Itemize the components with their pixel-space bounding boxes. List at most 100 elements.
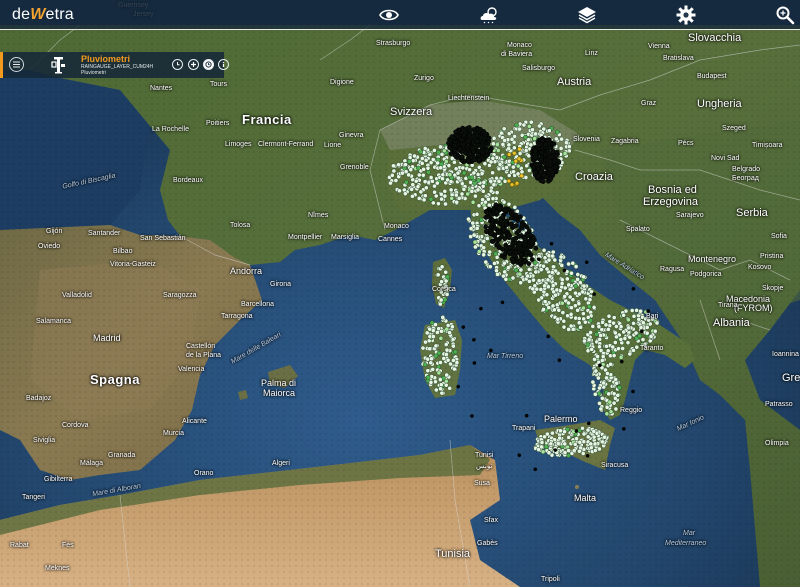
- station-marker[interactable]: [456, 175, 462, 181]
- station-marker[interactable]: [513, 212, 519, 218]
- station-marker[interactable]: [604, 375, 609, 381]
- station-marker[interactable]: [491, 135, 497, 141]
- station-marker[interactable]: [457, 147, 463, 153]
- station-marker[interactable]: [621, 312, 626, 318]
- station-marker[interactable]: [489, 238, 495, 244]
- station-marker[interactable]: [408, 167, 414, 173]
- station-marker[interactable]: [532, 148, 538, 154]
- station-marker[interactable]: [502, 260, 507, 266]
- station-marker[interactable]: [451, 343, 456, 349]
- station-marker[interactable]: [422, 146, 428, 151]
- station-marker[interactable]: [547, 162, 553, 168]
- station-marker[interactable]: [452, 366, 457, 372]
- station-marker[interactable]: [646, 309, 651, 313]
- station-marker[interactable]: [466, 151, 472, 157]
- station-marker[interactable]: [597, 446, 602, 452]
- station-marker[interactable]: [516, 233, 522, 239]
- info-icon[interactable]: [218, 59, 229, 70]
- station-marker[interactable]: [588, 318, 594, 323]
- station-marker[interactable]: [577, 291, 582, 297]
- station-marker[interactable]: [471, 170, 477, 176]
- station-marker[interactable]: [425, 374, 431, 380]
- station-marker[interactable]: [553, 448, 558, 452]
- station-marker[interactable]: [438, 297, 444, 303]
- station-marker[interactable]: [581, 431, 587, 437]
- station-marker[interactable]: [613, 406, 619, 412]
- station-marker[interactable]: [535, 162, 541, 168]
- station-marker[interactable]: [494, 209, 500, 215]
- station-marker[interactable]: [479, 171, 485, 176]
- station-marker[interactable]: [453, 129, 459, 135]
- station-marker[interactable]: [488, 178, 494, 184]
- station-marker[interactable]: [583, 296, 589, 302]
- station-marker[interactable]: [533, 269, 539, 275]
- station-marker[interactable]: [562, 268, 567, 273]
- station-marker[interactable]: [433, 379, 438, 385]
- station-marker[interactable]: [600, 439, 605, 445]
- station-marker[interactable]: [452, 349, 458, 355]
- station-marker[interactable]: [550, 303, 556, 309]
- station-marker[interactable]: [443, 159, 449, 164]
- station-marker[interactable]: [606, 313, 612, 319]
- station-marker[interactable]: [526, 168, 532, 173]
- station-marker[interactable]: [481, 180, 487, 185]
- station-marker[interactable]: [557, 435, 563, 441]
- station-marker[interactable]: [409, 187, 415, 192]
- station-marker[interactable]: [415, 184, 421, 190]
- station-marker[interactable]: [450, 324, 455, 330]
- station-marker[interactable]: [581, 283, 587, 289]
- station-marker[interactable]: [517, 242, 523, 247]
- station-marker[interactable]: [481, 245, 487, 251]
- station-marker[interactable]: [631, 321, 636, 326]
- station-marker[interactable]: [495, 237, 501, 243]
- station-marker[interactable]: [637, 333, 643, 339]
- station-marker[interactable]: [447, 385, 453, 391]
- station-marker[interactable]: [452, 152, 458, 158]
- station-marker[interactable]: [567, 144, 572, 149]
- station-marker[interactable]: [536, 257, 541, 262]
- station-marker[interactable]: [471, 157, 477, 162]
- station-marker[interactable]: [483, 214, 489, 220]
- station-marker[interactable]: [549, 270, 555, 275]
- station-marker[interactable]: [602, 434, 607, 440]
- station-marker[interactable]: [629, 308, 635, 313]
- station-marker[interactable]: [570, 260, 576, 266]
- station-marker[interactable]: [497, 162, 503, 167]
- station-marker[interactable]: [631, 286, 636, 291]
- station-marker[interactable]: [614, 334, 619, 340]
- station-marker[interactable]: [577, 439, 583, 445]
- station-marker[interactable]: [509, 136, 515, 142]
- station-marker[interactable]: [480, 183, 486, 189]
- station-marker[interactable]: [413, 178, 419, 184]
- station-marker[interactable]: [647, 321, 653, 327]
- station-marker[interactable]: [550, 249, 556, 255]
- station-marker[interactable]: [562, 429, 567, 435]
- station-marker[interactable]: [419, 161, 425, 166]
- station-marker[interactable]: [439, 328, 444, 334]
- station-marker[interactable]: [418, 189, 424, 195]
- station-marker[interactable]: [476, 203, 482, 209]
- station-marker[interactable]: [468, 226, 474, 231]
- station-marker[interactable]: [449, 195, 455, 201]
- station-marker[interactable]: [566, 300, 571, 306]
- station-marker[interactable]: [642, 341, 648, 347]
- station-marker[interactable]: [481, 156, 486, 162]
- station-marker[interactable]: [542, 283, 547, 289]
- station-marker[interactable]: [621, 427, 626, 431]
- station-marker[interactable]: [499, 253, 505, 259]
- station-marker[interactable]: [530, 127, 535, 133]
- station-marker[interactable]: [503, 246, 509, 252]
- station-marker[interactable]: [537, 123, 542, 129]
- station-marker[interactable]: [435, 160, 440, 166]
- station-marker[interactable]: [442, 188, 448, 194]
- station-marker[interactable]: [487, 211, 493, 217]
- station-marker[interactable]: [585, 342, 591, 347]
- station-marker[interactable]: [618, 324, 624, 330]
- station-marker[interactable]: [447, 330, 452, 336]
- station-marker[interactable]: [576, 301, 582, 307]
- station-marker[interactable]: [510, 236, 516, 242]
- station-marker[interactable]: [475, 187, 481, 193]
- station-marker[interactable]: [509, 209, 515, 215]
- station-marker[interactable]: [538, 169, 544, 175]
- station-marker[interactable]: [517, 271, 523, 277]
